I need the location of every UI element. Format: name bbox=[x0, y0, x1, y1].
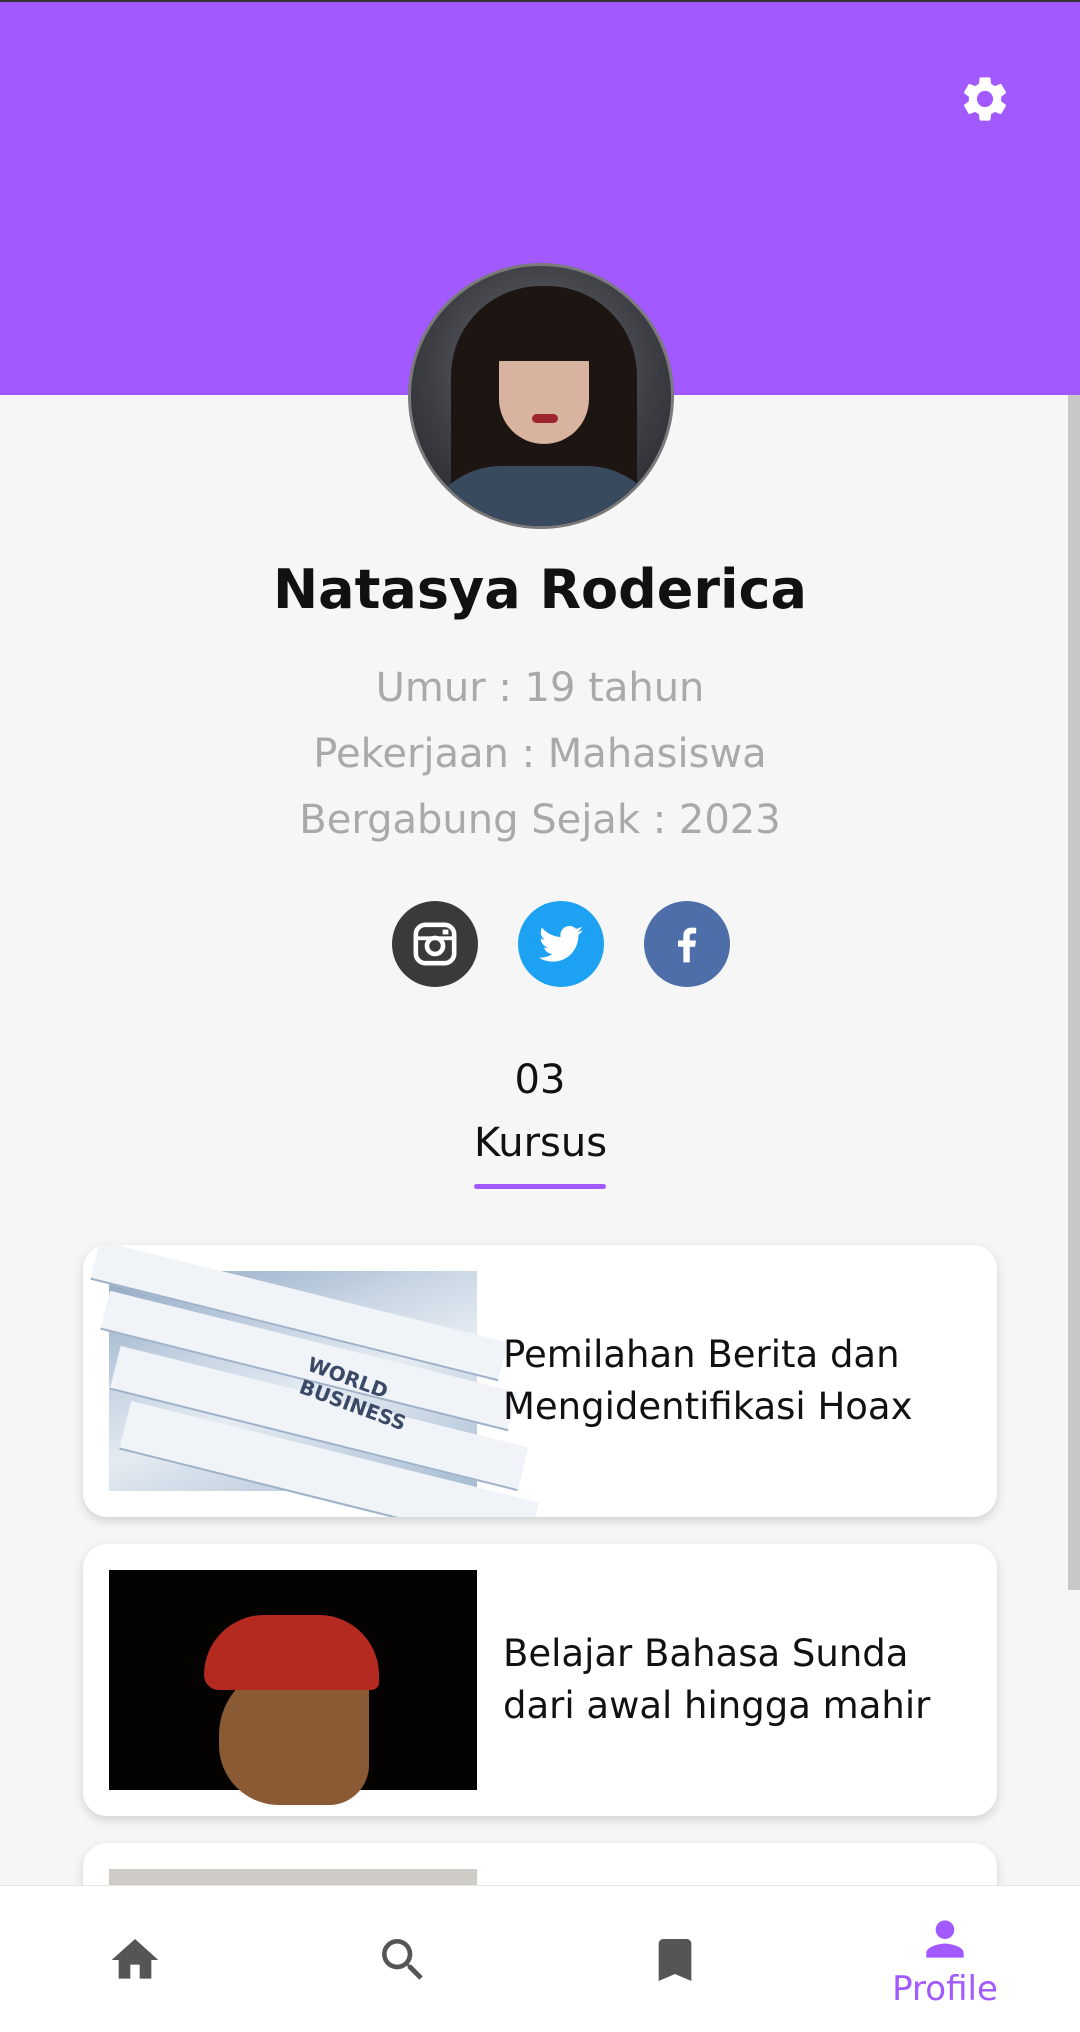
nav-profile[interactable]: Profile bbox=[875, 1886, 1015, 2032]
course-thumbnail: WORLD BUSINESS bbox=[90, 1245, 539, 1517]
nav-profile-label: Profile bbox=[892, 1968, 998, 2009]
nav-search[interactable] bbox=[348, 1886, 458, 2032]
gear-icon bbox=[963, 77, 1007, 121]
course-card[interactable]: WORLD BUSINESS Pemilahan Berita dan Meng… bbox=[83, 1245, 997, 1517]
tab-kursus[interactable]: Kursus bbox=[474, 1120, 607, 1166]
instagram-button[interactable] bbox=[392, 901, 478, 987]
home-icon bbox=[111, 1938, 159, 1979]
profile-joined: Bergabung Sejak : 2023 bbox=[299, 797, 781, 843]
course-title: Belajar Bahasa Sunda dari awal hingga ma… bbox=[503, 1632, 931, 1727]
profile-job: Pekerjaan : Mahasiswa bbox=[313, 731, 767, 777]
search-icon bbox=[382, 1938, 423, 1980]
bookmark-icon bbox=[658, 1938, 692, 1981]
twitter-button[interactable] bbox=[518, 901, 604, 987]
nav-home[interactable] bbox=[80, 1886, 190, 2032]
course-title: Pemilahan Berita dan Mengidentifikasi Ho… bbox=[503, 1333, 913, 1428]
course-thumbnail bbox=[109, 1570, 477, 1805]
nav-bookmark[interactable] bbox=[620, 1886, 730, 2032]
instagram-icon bbox=[413, 922, 457, 966]
twitter-icon bbox=[539, 926, 583, 962]
profile-icon bbox=[926, 1919, 964, 1958]
profile-age: Umur : 19 tahun bbox=[375, 665, 705, 711]
tab-indicator bbox=[474, 1184, 606, 1189]
profile-name: Natasya Roderica bbox=[272, 558, 807, 621]
bottom-navigation: Profile bbox=[0, 1885, 1080, 2032]
course-count: 03 bbox=[514, 1057, 566, 1103]
avatar bbox=[408, 263, 674, 529]
facebook-button[interactable] bbox=[644, 901, 730, 987]
facebook-icon bbox=[678, 927, 697, 963]
settings-button[interactable] bbox=[955, 69, 1015, 129]
course-card[interactable]: Belajar Bahasa Sunda dari awal hingga ma… bbox=[83, 1544, 997, 1816]
